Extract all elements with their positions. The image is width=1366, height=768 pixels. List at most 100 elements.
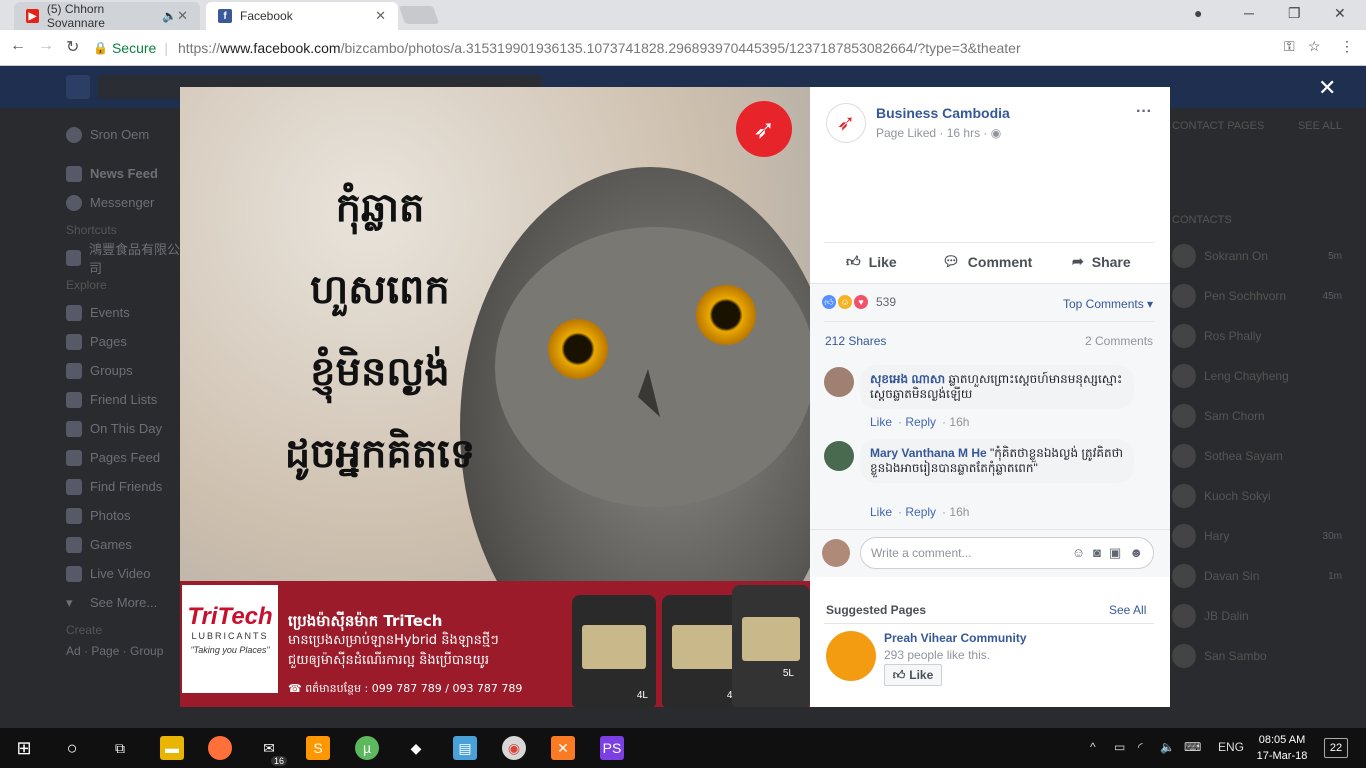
avatar [1172, 524, 1196, 548]
nav-item[interactable]: Photos [66, 501, 186, 530]
video-icon [66, 565, 82, 582]
tray-chevron-icon[interactable]: ^ [1090, 740, 1096, 754]
contact-row[interactable]: JB Dalin [1172, 596, 1342, 636]
top-comments-dropdown[interactable]: Top Comments ▾ [1063, 297, 1153, 311]
speaker-icon[interactable]: 🔈 [162, 9, 177, 23]
nav-item[interactable]: News Feed [66, 159, 186, 188]
nav-item[interactable]: Games [66, 530, 186, 559]
contact-row[interactable]: Leng Chayheng [1172, 356, 1342, 396]
phpstorm-icon[interactable]: PS [600, 736, 624, 760]
minimize-icon[interactable]: ─ [1244, 5, 1254, 21]
contact-row[interactable]: Pen Sochhvorn 45m [1172, 276, 1342, 316]
battery-icon[interactable]: ▭ [1114, 740, 1125, 754]
comment-button[interactable]: 💬︎ Comment [942, 253, 1032, 270]
avatar[interactable] [824, 441, 854, 471]
page-avatar[interactable]: ➶ [826, 103, 866, 143]
utorrent-icon[interactable]: µ [355, 736, 379, 760]
like-button[interactable]: 👍︎ Like [846, 253, 897, 270]
nav-item[interactable]: On This Day [66, 414, 186, 443]
xampp-icon[interactable]: ✕ [551, 736, 575, 760]
see-all-link[interactable]: See All [1109, 603, 1146, 617]
search-icon[interactable]: ○ [60, 736, 84, 760]
see-all-link[interactable]: SEE ALL [1298, 120, 1342, 142]
star-icon[interactable]: ☆ [1308, 38, 1321, 55]
wifi-icon[interactable]: ◜ [1138, 740, 1143, 754]
nav-item[interactable]: Groups [66, 356, 186, 385]
windows-start-icon[interactable]: ⊞ [12, 736, 36, 760]
comment-reply-link[interactable]: Reply [905, 415, 936, 429]
contact-row[interactable]: Davan Sin 1m [1172, 556, 1342, 596]
nav-item[interactable]: Find Friends [66, 472, 186, 501]
mail-icon[interactable]: ✉ 16 [257, 736, 287, 766]
close-tab-icon[interactable]: ✕ [375, 8, 386, 24]
suggested-page-link[interactable]: Preah Vihear Community [884, 631, 1027, 645]
tab-youtube[interactable]: ▶ (5) Chhorn Sovannare 🔈 ✕ [14, 2, 200, 30]
write-comment-input[interactable]: Write a comment... ☺ ◙ ▣ ☻ [860, 537, 1154, 569]
phone-icon: ☎ [288, 682, 302, 695]
comment-like-link[interactable]: Like [870, 505, 892, 519]
nav-item[interactable]: Events [66, 298, 186, 327]
task-view-icon[interactable]: ⧉ [108, 736, 132, 760]
app-icon[interactable]: ▤ [453, 736, 477, 760]
shares-link[interactable]: 212 Shares [825, 334, 886, 348]
file-explorer-icon[interactable]: ▬ [160, 736, 184, 760]
nav-item[interactable]: Pages [66, 327, 186, 356]
post-meta: Page Liked · 16 hrs · ◉ [876, 126, 1002, 140]
sticker-icon[interactable]: ☻ [1129, 545, 1143, 561]
contact-row[interactable]: Hary 30m [1172, 516, 1342, 556]
nav-item[interactable]: Messenger [66, 188, 186, 217]
page-name-link[interactable]: Business Cambodia [876, 105, 1010, 121]
nav-item[interactable]: Pages Feed [66, 443, 186, 472]
comment-reply-link[interactable]: Reply [905, 505, 936, 519]
sublime-icon[interactable]: S [306, 736, 330, 760]
nav-item[interactable]: Live Video [66, 559, 186, 588]
suggested-page-avatar[interactable] [826, 631, 876, 681]
back-icon[interactable]: ← [10, 37, 26, 55]
contact-row[interactable]: Ros Phally [1172, 316, 1342, 356]
new-tab-button[interactable] [398, 6, 440, 24]
profile-link[interactable]: Sron Oem [66, 120, 186, 149]
volume-icon[interactable]: 🔈 [1160, 740, 1175, 754]
comment-author-link[interactable]: Mary Vanthana M He [870, 446, 987, 460]
sourcetree-icon[interactable]: ◆ [404, 736, 428, 760]
share-button[interactable]: ➦ Share [1072, 253, 1131, 270]
notification-center-icon[interactable]: 22 [1324, 738, 1348, 758]
suggested-like-button[interactable]: 👍︎ Like [884, 664, 942, 686]
profile-icon[interactable]: ● [1194, 5, 1202, 21]
contact-row[interactable]: Kuoch Sokyi [1172, 476, 1342, 516]
contact-row[interactable]: Sokrann On 5m [1172, 236, 1342, 276]
contact-row[interactable]: Sam Chorn [1172, 396, 1342, 436]
chrome-icon[interactable]: ◉ [502, 736, 526, 760]
gif-icon[interactable]: ▣ [1109, 545, 1121, 561]
firefox-icon[interactable] [208, 736, 232, 760]
close-window-icon[interactable]: ✕ [1334, 5, 1346, 22]
keyboard-icon[interactable]: ⌨ [1184, 740, 1201, 754]
close-tab-icon[interactable]: ✕ [177, 8, 188, 24]
restore-icon[interactable]: ❐ [1288, 5, 1301, 22]
forward-icon[interactable]: → [38, 37, 54, 55]
contact-row[interactable]: San Sambo [1172, 636, 1342, 676]
comment-author-link[interactable]: សុខអេង ណាសា [870, 372, 945, 386]
create-links[interactable]: Ad · Page · Group [66, 643, 186, 659]
key-icon[interactable]: ⚿ [1284, 38, 1295, 55]
camera-icon[interactable]: ◙ [1093, 545, 1101, 561]
clock[interactable]: 08:05 AM 17-Mar-18 [1254, 732, 1310, 764]
comments-count-link[interactable]: 2 Comments [1085, 334, 1153, 348]
avatar[interactable] [824, 367, 854, 397]
url-input[interactable]: 🔒 Secure | https://www.facebook.com/bizc… [92, 34, 1332, 62]
comment-like-link[interactable]: Like [870, 415, 892, 429]
language-indicator[interactable]: ENG [1218, 740, 1244, 754]
secure-label: Secure [111, 40, 157, 56]
close-lightbox-icon[interactable]: ✕ [1318, 75, 1336, 101]
emoji-icon[interactable]: ☺ [1072, 545, 1085, 561]
nav-item[interactable]: Friend Lists [66, 385, 186, 414]
reactions[interactable]: 👍︎ ☺ ♥ 539 [822, 295, 896, 309]
tab-facebook[interactable]: f Facebook ✕ [206, 2, 398, 30]
nav-item[interactable]: 鴻豐食品有限公司 [66, 242, 186, 276]
menu-icon[interactable]: ⋮ [1340, 38, 1354, 55]
reload-icon[interactable]: ↻ [66, 37, 79, 57]
contact-row[interactable]: Sothea Sayam [1172, 436, 1342, 476]
post-photo[interactable]: ➶ កុំឆ្លាត ហួសពេក ខ្ញុំមិនល្ងង់ ដូចអ្នកគ… [180, 87, 810, 707]
see-more-link[interactable]: ▾ See More... [66, 588, 186, 617]
more-options-icon[interactable]: ··· [1136, 103, 1152, 121]
